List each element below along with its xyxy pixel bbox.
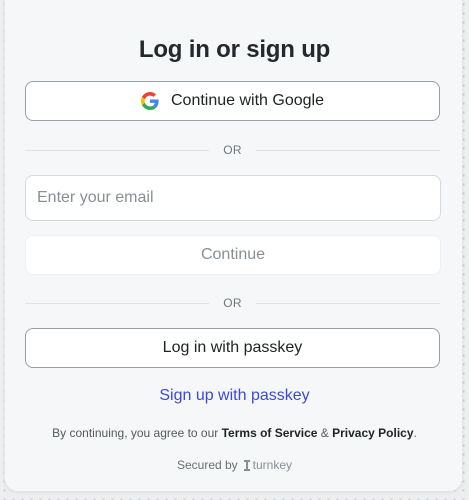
page-title: Log in or sign up (138, 36, 331, 63)
terms-notice: By continuing, you agree to our Terms of… (0, 426, 469, 440)
passkey-button-label: Log in with passkey (162, 339, 303, 356)
secured-by-label: Secured by (176, 458, 238, 472)
divider-line (25, 302, 210, 304)
terms-of-service-link[interactable]: Terms of Service (222, 426, 318, 440)
google-icon (141, 92, 159, 110)
divider-line (255, 149, 441, 151)
continue-button[interactable]: Continue (25, 235, 441, 275)
terms-prefix: By continuing, you agree to our (52, 426, 222, 440)
turnkey-logo-icon (243, 459, 250, 471)
turnkey-logo: turnkey (243, 458, 293, 472)
signup-with-passkey-link[interactable]: Sign up with passkey (0, 387, 469, 405)
email-input[interactable] (25, 175, 441, 221)
or-divider: OR (25, 295, 441, 311)
privacy-policy-link[interactable]: Privacy Policy (332, 426, 413, 440)
divider-line (25, 149, 210, 151)
divider-line (255, 302, 441, 304)
secured-by-footer: Secured by turnkey (0, 458, 469, 472)
or-label: OR (223, 296, 242, 310)
google-button-label: Continue with Google (171, 92, 324, 109)
login-with-passkey-button[interactable]: Log in with passkey (25, 328, 440, 368)
terms-suffix: . (413, 426, 417, 440)
continue-button-label: Continue (200, 246, 266, 263)
continue-with-google-button[interactable]: Continue with Google (25, 81, 440, 121)
or-label: OR (223, 143, 242, 157)
or-divider: OR (25, 142, 441, 158)
turnkey-brand-name: turnkey (252, 458, 293, 472)
terms-separator: & (317, 426, 333, 440)
